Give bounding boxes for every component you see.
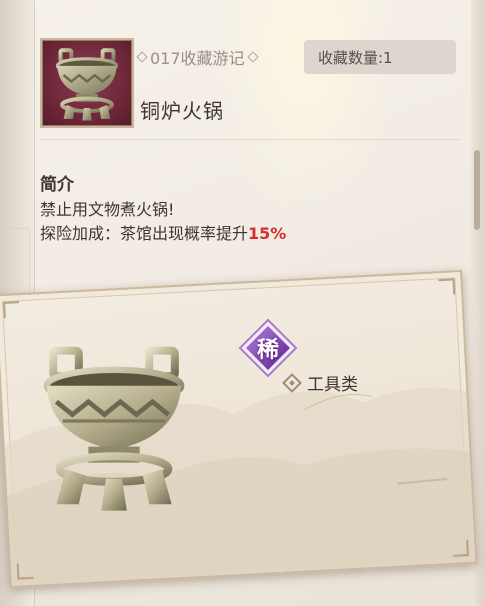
corner-ornament	[16, 562, 34, 580]
rarity-badge: 稀	[238, 318, 298, 378]
item-category: 工具类	[282, 370, 358, 395]
bonus-text: 探险加成：茶馆出现概率提升	[40, 224, 249, 243]
bonus-percent: 15%	[248, 224, 287, 243]
rarity-text: 稀	[256, 338, 279, 363]
divider	[40, 139, 460, 140]
bronze-cauldron-illustration	[43, 346, 185, 511]
diamond-ornament-icon	[246, 51, 259, 63]
light-glow	[210, 0, 400, 230]
description-line: 禁止用文物煮火锅!	[40, 200, 175, 219]
intro-title: 简介	[40, 175, 74, 195]
item-thumbnail[interactable]	[40, 38, 134, 128]
corner-ornament	[438, 278, 456, 296]
corner-ornament	[452, 540, 469, 557]
diamond-ornament-icon	[136, 51, 148, 63]
collection-serial: 017收藏游记	[136, 46, 259, 68]
bonus-line: 探险加成：茶馆出现概率提升15%	[40, 220, 286, 244]
collection-count: 收藏数量:1	[304, 40, 456, 74]
serial-text: 017收藏游记	[150, 49, 245, 68]
item-name: 铜炉火锅	[140, 99, 224, 123]
category-text: 工具类	[307, 375, 358, 395]
bronze-cauldron-icon	[55, 48, 119, 121]
category-diamond-icon	[282, 372, 302, 393]
scrollbar[interactable]	[474, 150, 480, 230]
collection-page: 017收藏游记 收藏数量:1 铜炉火锅 简介 禁止用文物煮火锅! 探险加成：茶馆…	[0, 0, 485, 606]
corner-ornament	[3, 301, 20, 318]
faded-stamp	[2, 228, 30, 302]
